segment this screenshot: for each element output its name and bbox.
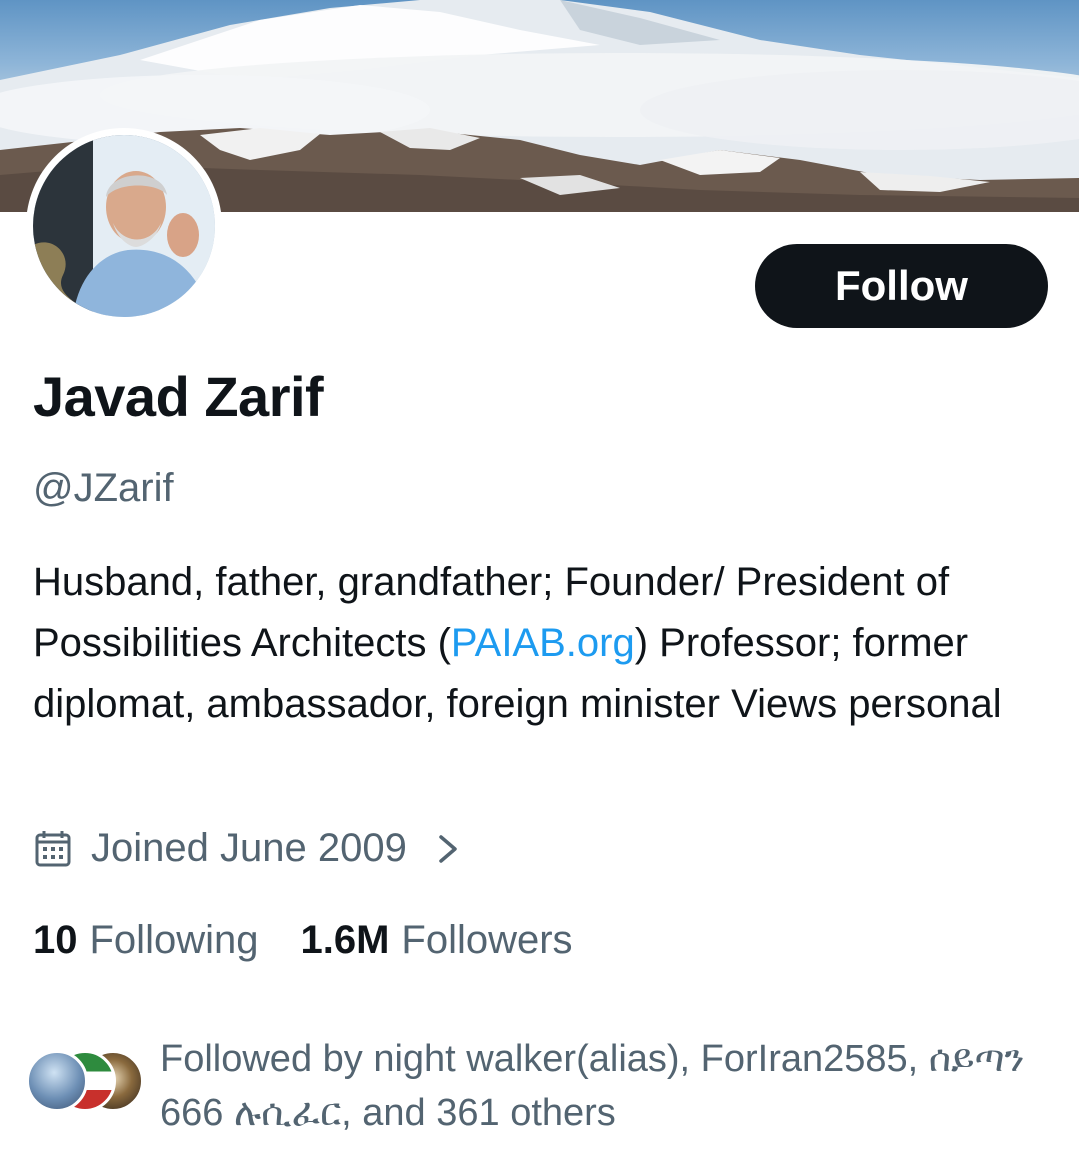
followed-by-avatars [26, 1050, 150, 1118]
profile-handle: @JZarif [33, 466, 174, 510]
followed-by-row[interactable]: Followed by night walker(alias), ForIran… [26, 1032, 1040, 1140]
profile-page: Follow Javad Zarif @JZarif Husband, fath… [0, 0, 1079, 1167]
avatar-photo [33, 135, 215, 317]
joined-date-row[interactable]: Joined June 2009 [33, 826, 463, 871]
chevron-right-icon[interactable] [433, 829, 463, 869]
follow-button[interactable]: Follow [755, 244, 1048, 328]
follow-stats: 10 Following 1.6M Followers [33, 918, 573, 963]
followers-count: 1.6M [300, 918, 390, 962]
following-link[interactable]: 10 Following [33, 918, 258, 963]
followers-label: Followers [401, 918, 573, 962]
calendar-icon [33, 829, 73, 869]
bio-website-link[interactable]: PAIAB.org [451, 621, 635, 665]
following-count: 10 [33, 918, 78, 962]
followers-link[interactable]: 1.6M Followers [300, 918, 572, 963]
profile-avatar[interactable] [26, 128, 222, 324]
profile-display-name: Javad Zarif [33, 365, 324, 428]
profile-bio: Husband, father, grandfather; Founder/ P… [33, 552, 1063, 735]
following-label: Following [89, 918, 259, 962]
followed-by-text: Followed by night walker(alias), ForIran… [160, 1038, 1025, 1134]
follower-avatar [26, 1050, 88, 1112]
joined-date-text: Joined June 2009 [91, 826, 407, 870]
